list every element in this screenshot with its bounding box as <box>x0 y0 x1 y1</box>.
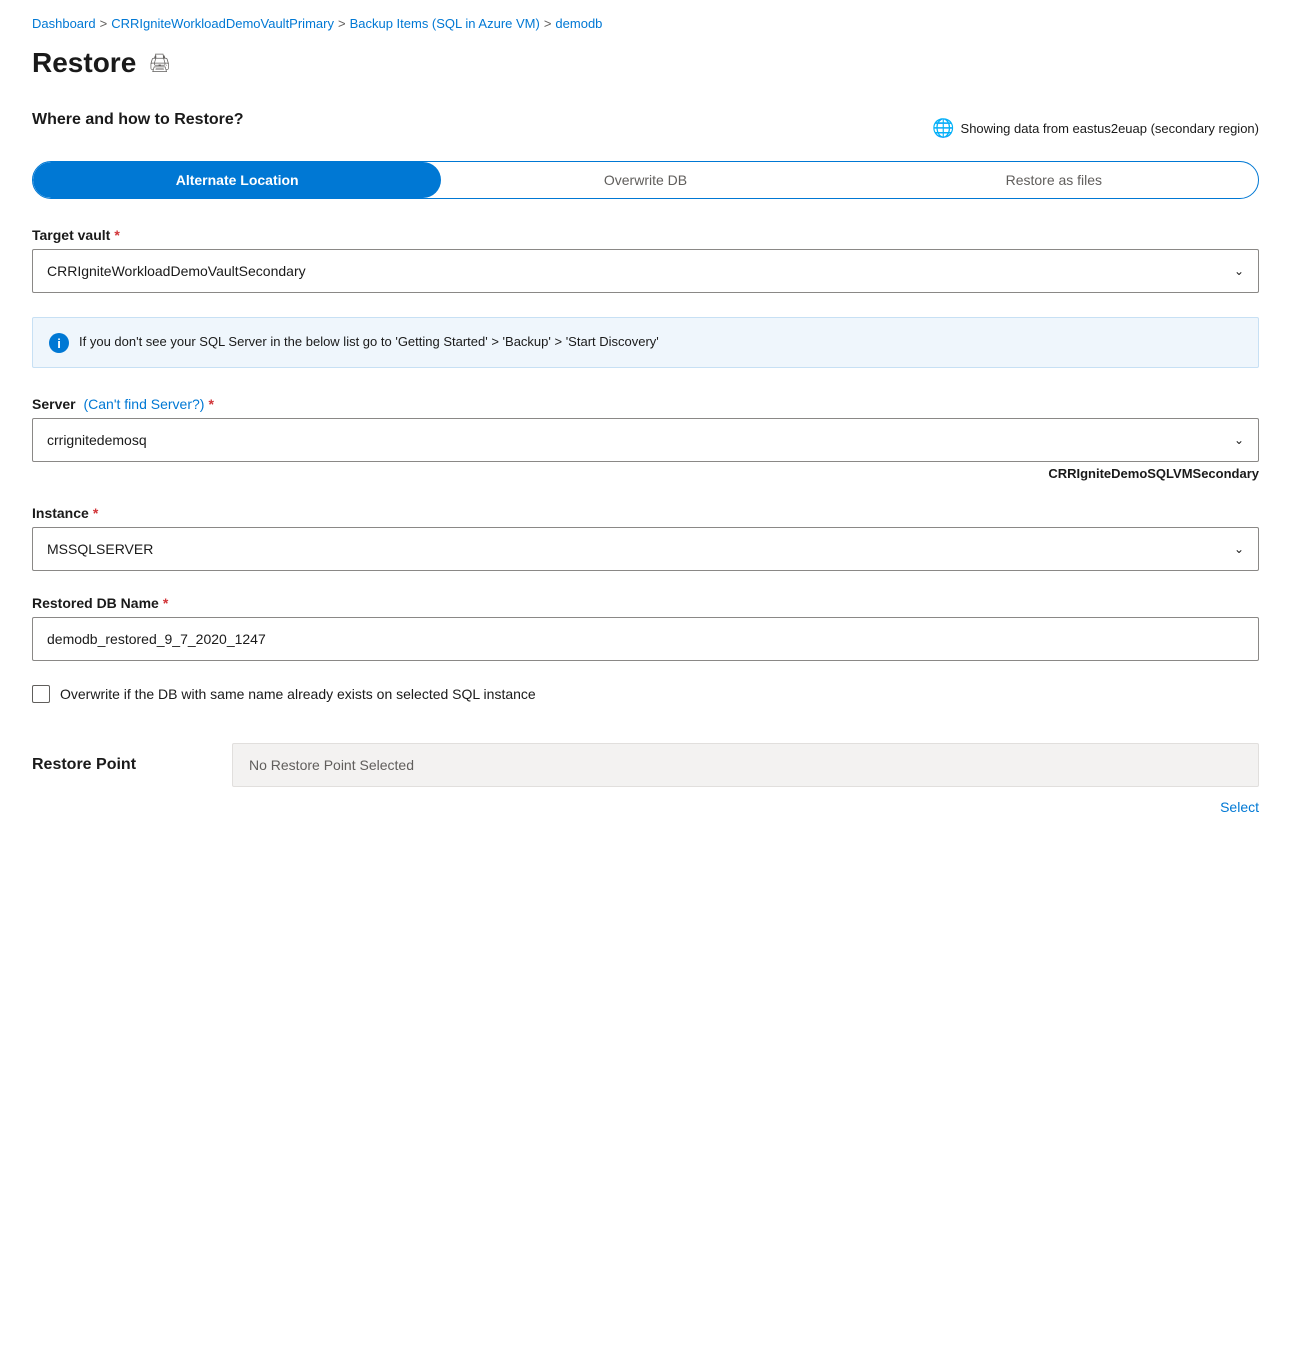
target-vault-label: Target vault * <box>32 227 1259 243</box>
server-label: Server (Can't find Server?) * <box>32 396 1259 412</box>
section-title: Where and how to Restore? <box>32 111 244 129</box>
instance-required: * <box>93 505 98 521</box>
restore-point-placeholder: No Restore Point Selected <box>232 743 1259 787</box>
restore-point-select-row: Select <box>32 795 1259 815</box>
breadcrumb-backup-items[interactable]: Backup Items (SQL in Azure VM) <box>350 16 540 31</box>
instance-dropdown[interactable]: MSSQLSERVER ⌄ <box>32 527 1259 571</box>
target-vault-dropdown[interactable]: CRRIgniteWorkloadDemoVaultSecondary ⌄ <box>32 249 1259 293</box>
instance-label: Instance * <box>32 505 1259 521</box>
tab-restore-as-files[interactable]: Restore as files <box>850 162 1258 198</box>
breadcrumb: Dashboard > CRRIgniteWorkloadDemoVaultPr… <box>32 16 1259 31</box>
server-field: Server (Can't find Server?) * crrignited… <box>32 396 1259 481</box>
breadcrumb-dashboard[interactable]: Dashboard <box>32 16 96 31</box>
overwrite-checkbox-row[interactable]: Overwrite if the DB with same name alrea… <box>32 685 1259 703</box>
overwrite-checkbox-label: Overwrite if the DB with same name alrea… <box>60 686 536 702</box>
target-vault-chevron-icon: ⌄ <box>1234 264 1244 278</box>
region-info-text: Showing data from eastus2euap (secondary… <box>961 121 1259 136</box>
restored-db-name-required: * <box>163 595 168 611</box>
breadcrumb-demodb[interactable]: demodb <box>555 16 602 31</box>
server-value: crrignitedemosq <box>47 432 147 448</box>
info-banner-text: If you don't see your SQL Server in the … <box>79 332 659 352</box>
instance-chevron-icon: ⌄ <box>1234 542 1244 556</box>
info-banner: i If you don't see your SQL Server in th… <box>32 317 1259 368</box>
restore-point-label: Restore Point <box>32 756 212 774</box>
server-cant-find-link[interactable]: (Can't find Server?) <box>80 396 205 412</box>
server-hint: CRRIgniteDemoSQLVMSecondary <box>32 466 1259 481</box>
server-dropdown[interactable]: crrignitedemosq ⌄ <box>32 418 1259 462</box>
restore-point-select-link[interactable]: Select <box>1220 799 1259 815</box>
page-header: Restore 🖨 <box>32 47 1259 79</box>
instance-field: Instance * MSSQLSERVER ⌄ <box>32 505 1259 571</box>
target-vault-value: CRRIgniteWorkloadDemoVaultSecondary <box>47 263 306 279</box>
page-title: Restore <box>32 47 136 79</box>
section-header-row: Where and how to Restore? 🌐 Showing data… <box>32 111 1259 145</box>
region-info: 🌐 Showing data from eastus2euap (seconda… <box>932 118 1259 139</box>
restore-point-section: Restore Point No Restore Point Selected … <box>32 743 1259 815</box>
server-required: * <box>208 396 213 412</box>
instance-value: MSSQLSERVER <box>47 541 153 557</box>
print-icon[interactable]: 🖨 <box>148 53 171 74</box>
server-chevron-icon: ⌄ <box>1234 433 1244 447</box>
restored-db-name-label: Restored DB Name * <box>32 595 1259 611</box>
tab-selector: Alternate Location Overwrite DB Restore … <box>32 161 1259 199</box>
restored-db-name-field: Restored DB Name * <box>32 595 1259 661</box>
overwrite-checkbox[interactable] <box>32 685 50 703</box>
breadcrumb-sep-2: > <box>338 16 346 31</box>
restore-point-row: Restore Point No Restore Point Selected <box>32 743 1259 787</box>
globe-icon: 🌐 <box>932 118 954 139</box>
breadcrumb-sep-1: > <box>100 16 108 31</box>
target-vault-field: Target vault * CRRIgniteWorkloadDemoVaul… <box>32 227 1259 293</box>
info-icon: i <box>49 333 69 353</box>
restored-db-name-input[interactable] <box>32 617 1259 661</box>
breadcrumb-vault-primary[interactable]: CRRIgniteWorkloadDemoVaultPrimary <box>111 16 334 31</box>
tab-alternate-location[interactable]: Alternate Location <box>33 162 441 198</box>
tab-overwrite-db[interactable]: Overwrite DB <box>441 162 849 198</box>
target-vault-required: * <box>114 227 119 243</box>
breadcrumb-sep-3: > <box>544 16 552 31</box>
